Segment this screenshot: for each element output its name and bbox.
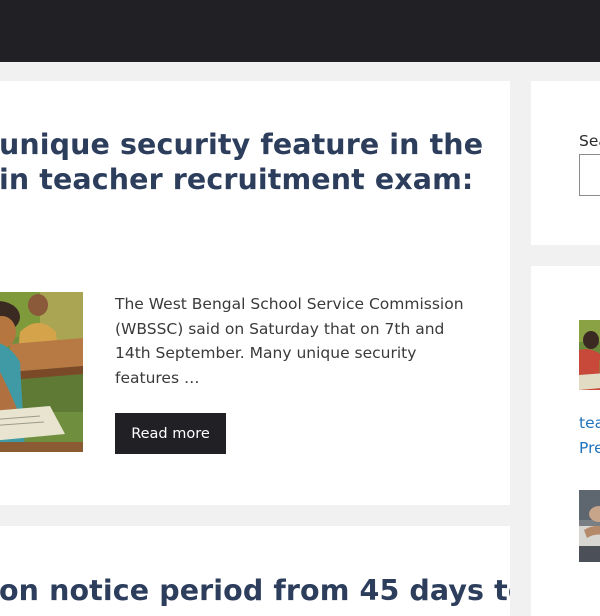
recent-post-link[interactable]: Pre xyxy=(579,436,600,461)
post-card: unique security feature in the in teache… xyxy=(0,81,510,505)
site-header-bar xyxy=(0,0,600,62)
post-title-line[interactable]: on notice period from 45 days to xyxy=(0,573,510,608)
post-title-line[interactable]: unique security feature in the xyxy=(0,127,499,162)
post-excerpt: The West Bengal School Service Commissio… xyxy=(115,295,464,387)
post-title[interactable]: unique security feature in the in teache… xyxy=(0,127,499,197)
post-thumbnail-image[interactable] xyxy=(0,292,83,452)
post-card: on notice period from 45 days to xyxy=(0,526,510,616)
recent-post-link[interactable]: tea xyxy=(579,411,600,436)
search-label: Sea xyxy=(579,132,600,150)
recent-post-thumbnail[interactable] xyxy=(579,320,600,390)
post-title-line[interactable]: in teacher recruitment exam: xyxy=(0,162,499,197)
recent-posts-widget: tea Pre xyxy=(531,266,600,616)
search-widget: Sea xyxy=(531,81,600,245)
search-input[interactable] xyxy=(579,154,600,196)
post-title[interactable]: on notice period from 45 days to xyxy=(0,573,510,608)
read-more-button[interactable]: Read more xyxy=(115,413,226,454)
recent-post-thumbnail[interactable] xyxy=(579,490,600,562)
